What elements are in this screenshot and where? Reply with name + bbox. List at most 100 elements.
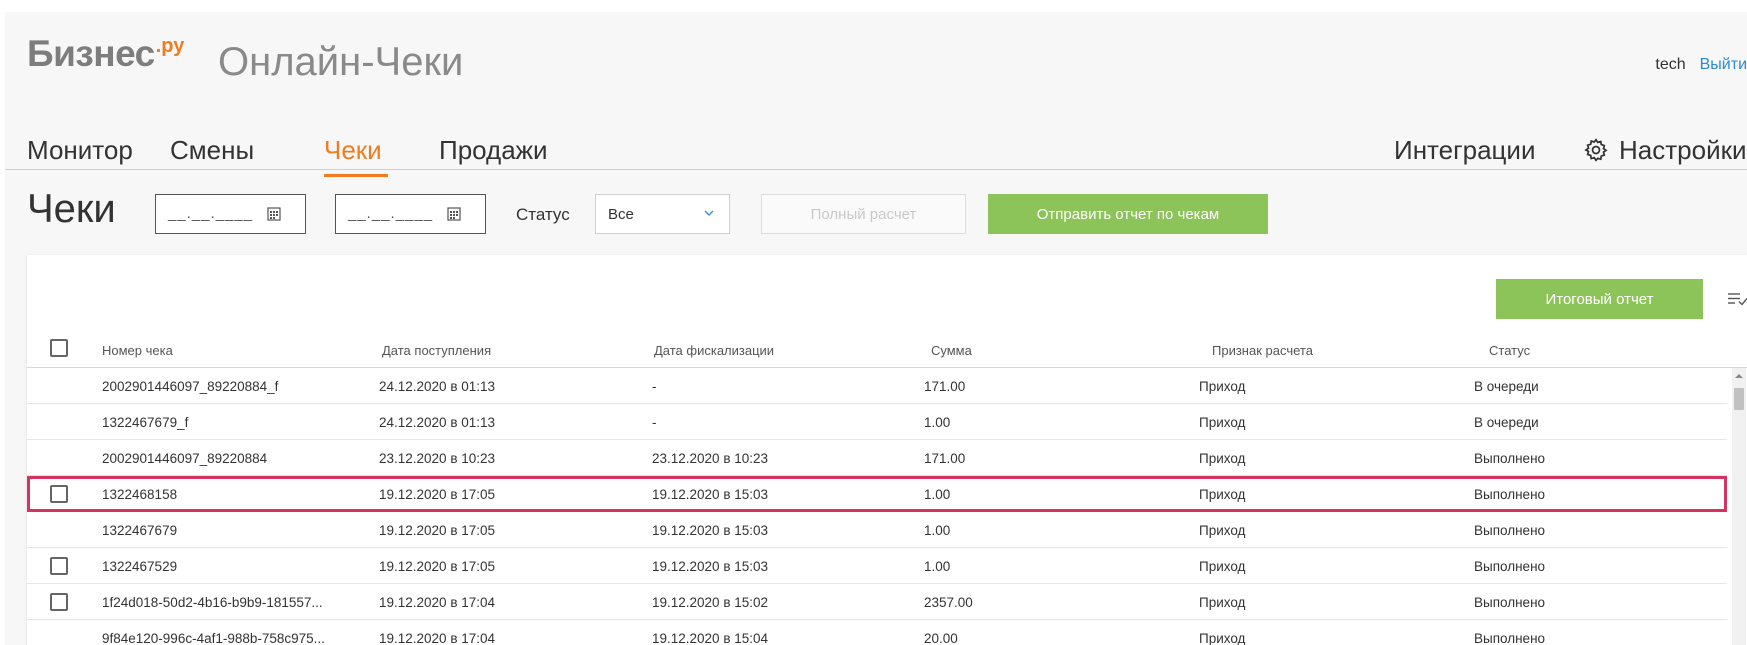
table-scrollbar[interactable] xyxy=(1732,368,1746,645)
cell-status: Выполнено xyxy=(1474,631,1546,645)
main-nav: Монитор Смены Чеки Продажи Интеграции На… xyxy=(5,117,1747,177)
summary-report-button[interactable]: Итоговый отчет xyxy=(1496,279,1703,319)
sort-icon[interactable] xyxy=(1727,291,1747,307)
cell-sum: 2357.00 xyxy=(924,595,973,610)
table-row[interactable]: 1322467679 19.12.2020 в 17:05 19.12.2020… xyxy=(27,512,1727,548)
cell-fiscalized: 23.12.2020 в 10:23 xyxy=(652,451,769,466)
column-header-received[interactable]: Дата поступления xyxy=(382,343,491,358)
cell-fiscalized: 19.12.2020 в 15:03 xyxy=(652,523,769,538)
app-page: Бизнес .ру Онлайн-Чеки tech Выйти Монито… xyxy=(5,12,1747,645)
cell-number: 1322467529 xyxy=(102,559,178,574)
cell-status: Выполнено xyxy=(1474,523,1546,538)
cell-number: 1322467679_f xyxy=(102,415,189,430)
nav-item-receipts[interactable]: Чеки xyxy=(324,135,382,165)
cell-payment-type: Приход xyxy=(1199,595,1246,610)
nav-item-shifts[interactable]: Смены xyxy=(170,135,254,165)
product-title: Онлайн-Чеки xyxy=(218,40,464,84)
cell-number: 1f24d018-50d2-4b16-b9b9-181557... xyxy=(102,595,323,610)
nav-item-integrations[interactable]: Интеграции xyxy=(1394,135,1535,165)
cell-fiscalized: 19.12.2020 в 15:03 xyxy=(652,487,769,502)
gear-icon xyxy=(1584,138,1608,162)
user-name: tech xyxy=(1655,56,1686,73)
select-all-checkbox[interactable] xyxy=(50,339,68,357)
cell-sum: 171.00 xyxy=(924,379,966,394)
date-from-input[interactable]: __.__.____ xyxy=(155,194,306,234)
status-filter-label: Статус xyxy=(516,205,570,224)
cell-payment-type: Приход xyxy=(1199,631,1246,645)
cell-status: В очереди xyxy=(1474,379,1539,394)
table-row[interactable]: 1322467529 19.12.2020 в 17:05 19.12.2020… xyxy=(27,548,1727,584)
send-report-button[interactable]: Отправить отчет по чекам xyxy=(988,194,1268,234)
table-header: Номер чека Дата поступления Дата фискали… xyxy=(27,330,1747,368)
table-row[interactable]: 1322467679_f 24.12.2020 в 01:13 - 1.00 П… xyxy=(27,404,1727,440)
date-to-placeholder: __.__.____ xyxy=(348,205,434,222)
table-row[interactable]: 2002901446097_89220884_f 24.12.2020 в 01… xyxy=(27,368,1727,404)
cell-received: 24.12.2020 в 01:13 xyxy=(379,379,496,394)
cell-status: В очереди xyxy=(1474,415,1539,430)
receipts-table-card: Итоговый отчет Номер чека Дата поступлен… xyxy=(27,255,1747,645)
cell-received: 23.12.2020 в 10:23 xyxy=(379,451,496,466)
cell-sum: 1.00 xyxy=(924,487,951,502)
settings-label: Настройки xyxy=(1619,135,1747,165)
status-filter-value: Все xyxy=(608,206,634,223)
row-checkbox[interactable] xyxy=(50,593,68,611)
cell-fiscalized: - xyxy=(652,379,657,394)
cell-received: 19.12.2020 в 17:04 xyxy=(379,595,496,610)
status-filter-select[interactable]: Все xyxy=(595,194,730,234)
cell-sum: 1.00 xyxy=(924,523,951,538)
full-calc-button[interactable]: Полный расчет xyxy=(761,194,966,234)
nav-item-sales[interactable]: Продажи xyxy=(439,135,548,165)
column-header-fiscalized[interactable]: Дата фискализации xyxy=(654,343,774,358)
cell-payment-type: Приход xyxy=(1199,523,1246,538)
cell-status: Выполнено xyxy=(1474,559,1546,574)
cell-payment-type: Приход xyxy=(1199,559,1246,574)
cell-received: 19.12.2020 в 17:05 xyxy=(379,559,496,574)
row-checkbox[interactable] xyxy=(50,557,68,575)
table-row-highlighted[interactable]: 1322468158 19.12.2020 в 17:05 19.12.2020… xyxy=(27,476,1727,512)
calendar-icon[interactable] xyxy=(447,207,461,221)
cell-number: 9f84e120-996c-4af1-988b-758c975... xyxy=(102,631,325,645)
table-row[interactable]: 2002901446097_89220884 23.12.2020 в 10:2… xyxy=(27,440,1727,476)
brand-logo[interactable]: Бизнес .ру xyxy=(27,32,184,82)
date-from-placeholder: __.__.____ xyxy=(168,205,254,222)
cell-sum: 171.00 xyxy=(924,451,966,466)
table-row[interactable]: 1f24d018-50d2-4b16-b9b9-181557... 19.12.… xyxy=(27,584,1727,620)
cell-received: 19.12.2020 в 17:05 xyxy=(379,523,496,538)
cell-fiscalized: 19.12.2020 в 15:03 xyxy=(652,559,769,574)
page-title: Чеки xyxy=(27,187,116,231)
cell-payment-type: Приход xyxy=(1199,415,1246,430)
cell-sum: 1.00 xyxy=(924,415,951,430)
active-tab-indicator xyxy=(324,174,388,177)
cell-received: 24.12.2020 в 01:13 xyxy=(379,415,496,430)
cell-payment-type: Приход xyxy=(1199,379,1246,394)
user-panel: tech Выйти xyxy=(1655,56,1747,74)
cell-status: Выполнено xyxy=(1474,595,1546,610)
date-to-input[interactable]: __.__.____ xyxy=(335,194,486,234)
cell-number: 2002901446097_89220884 xyxy=(102,451,268,466)
cell-number: 2002901446097_89220884_f xyxy=(102,379,279,394)
brand-suffix: .ру xyxy=(155,35,185,57)
cell-fiscalized: 19.12.2020 в 15:04 xyxy=(652,631,769,645)
cell-number: 1322468158 xyxy=(102,487,178,502)
column-header-sum[interactable]: Сумма xyxy=(931,343,972,358)
scroll-up-icon[interactable] xyxy=(1735,372,1743,380)
calendar-icon[interactable] xyxy=(267,207,281,221)
nav-item-monitor[interactable]: Монитор xyxy=(27,135,133,165)
column-header-status[interactable]: Статус xyxy=(1489,343,1530,358)
cell-sum: 20.00 xyxy=(924,631,958,645)
cell-sum: 1.00 xyxy=(924,559,951,574)
cell-payment-type: Приход xyxy=(1199,487,1246,502)
table-row[interactable]: 9f84e120-996c-4af1-988b-758c975... 19.12… xyxy=(27,620,1727,645)
chevron-down-icon xyxy=(704,210,714,216)
logout-link[interactable]: Выйти xyxy=(1700,56,1747,74)
row-checkbox[interactable] xyxy=(50,485,68,503)
cell-payment-type: Приход xyxy=(1199,451,1246,466)
cell-number: 1322467679 xyxy=(102,523,178,538)
brand-name: Бизнес xyxy=(27,33,155,74)
column-header-number[interactable]: Номер чека xyxy=(102,343,173,358)
nav-item-settings[interactable]: Настройки xyxy=(1583,135,1747,165)
cell-fiscalized: 19.12.2020 в 15:02 xyxy=(652,595,769,610)
cell-received: 19.12.2020 в 17:04 xyxy=(379,631,496,645)
scrollbar-thumb[interactable] xyxy=(1734,388,1744,410)
column-header-payment-type[interactable]: Признак расчета xyxy=(1212,343,1313,358)
